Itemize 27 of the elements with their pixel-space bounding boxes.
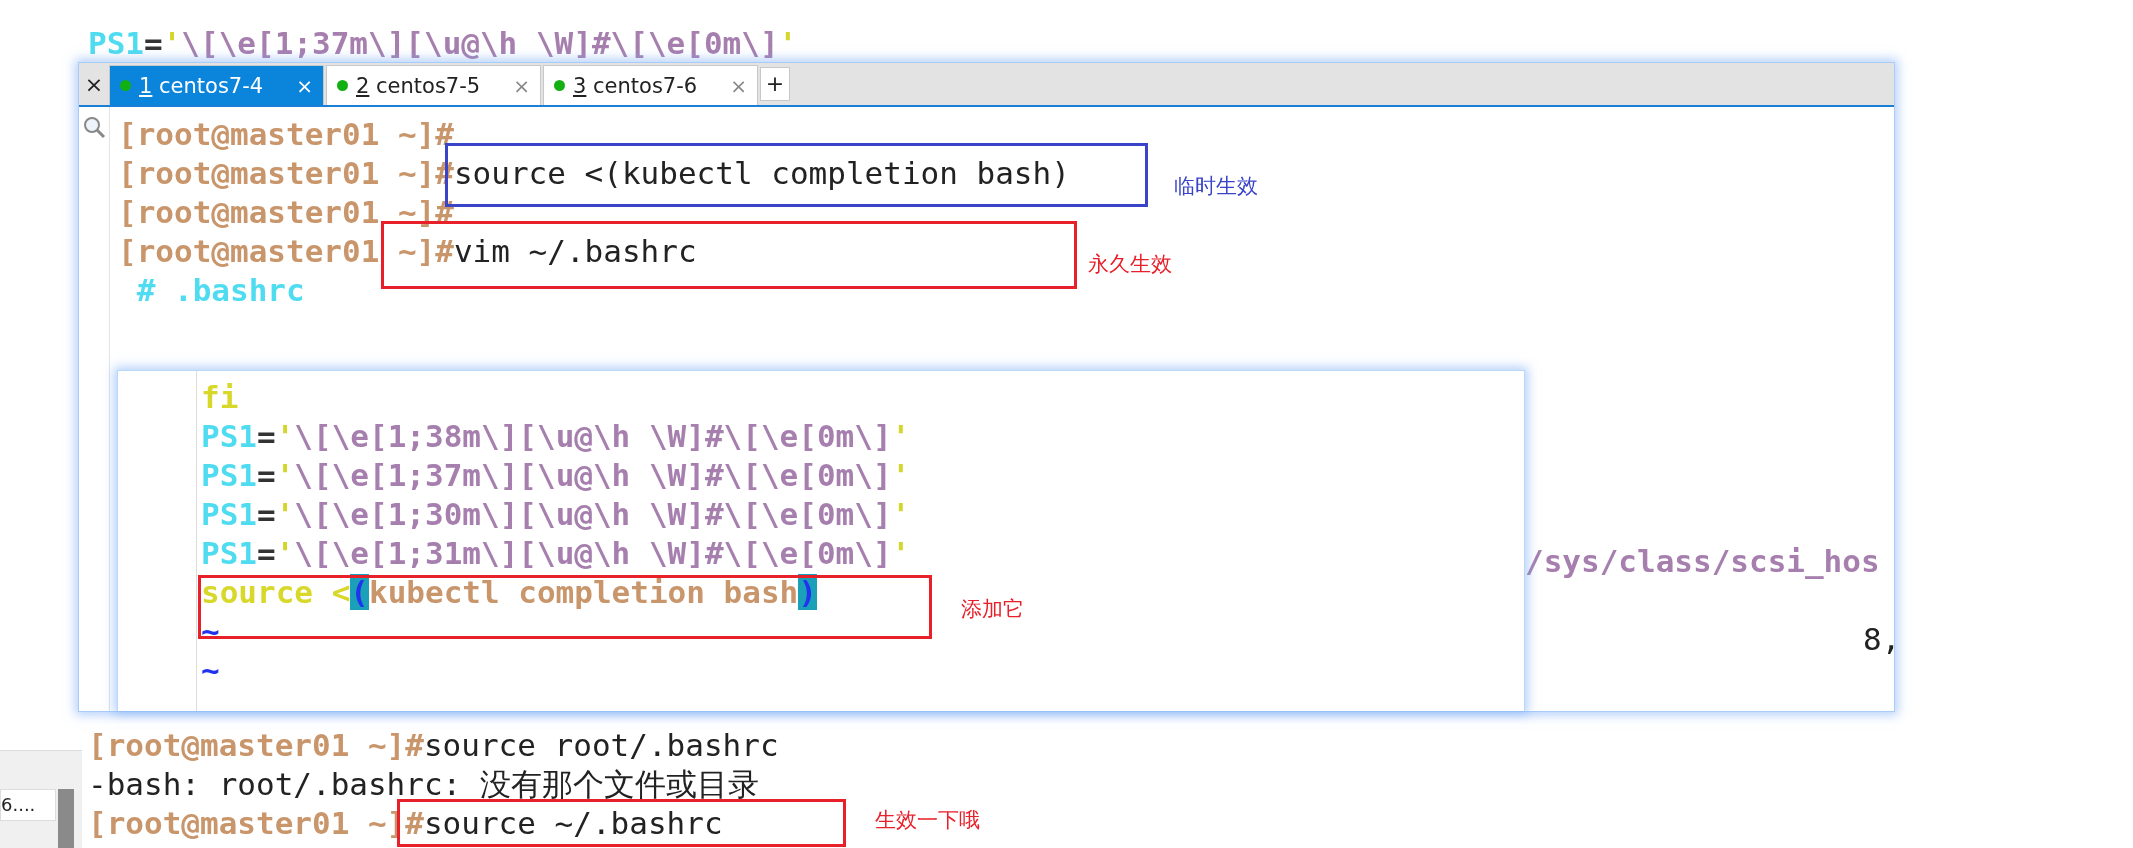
- session-tab[interactable]: 1 centos7-4 ×: [109, 65, 324, 105]
- annotation-label: 生效一下哦: [875, 807, 980, 834]
- session-tab[interactable]: 2 centos7-5 ×: [326, 65, 541, 105]
- terminal-line: [root@master01 ~]#vim ~/.bashrc: [118, 232, 698, 271]
- scrollbar[interactable]: [58, 789, 74, 848]
- session-tab[interactable]: 3 centos7-6 ×: [543, 65, 758, 105]
- close-button[interactable]: ×: [79, 63, 109, 105]
- search-icon[interactable]: [82, 115, 106, 139]
- terminal-line: [root@master01 ~]#: [118, 115, 455, 154]
- terminal-line: PS1='\[\e[1;37m\][\u@\h \W]#\[\e[0m\]': [88, 24, 798, 63]
- terminal-line: /sys/class/scsi_hos: [1525, 542, 1880, 581]
- list-item[interactable]: 6....: [0, 789, 56, 821]
- terminal-line: PS1='\[\e[1;38m\][\u@\h \W]#\[\e[0m\]': [201, 417, 911, 456]
- terminal-line: fi: [201, 378, 240, 417]
- terminal-line: # .bashrc: [135, 271, 306, 310]
- terminal-line: -bash: root/.bashrc: 没有那个文件或目录: [88, 765, 760, 804]
- new-tab-button[interactable]: +: [760, 67, 790, 101]
- terminal-line: ~: [201, 651, 221, 690]
- annotation-label: 永久生效: [1088, 251, 1172, 278]
- terminal-line: PS1='\[\e[1;30m\][\u@\h \W]#\[\e[0m\]': [201, 495, 911, 534]
- terminal-line: PS1='\[\e[1;31m\][\u@\h \W]#\[\e[0m\]': [201, 534, 911, 573]
- annotation-label: 临时生效: [1174, 173, 1258, 200]
- terminal-line: ~: [201, 612, 221, 651]
- terminal-line: [root@master01 ~]#source root/.bashrc: [88, 726, 779, 765]
- annotation-label: 添加它: [961, 596, 1024, 623]
- terminal-line: 8,: [1863, 620, 1894, 659]
- terminal-line: PS1='\[\e[1;37m\][\u@\h \W]#\[\e[0m\]': [201, 456, 911, 495]
